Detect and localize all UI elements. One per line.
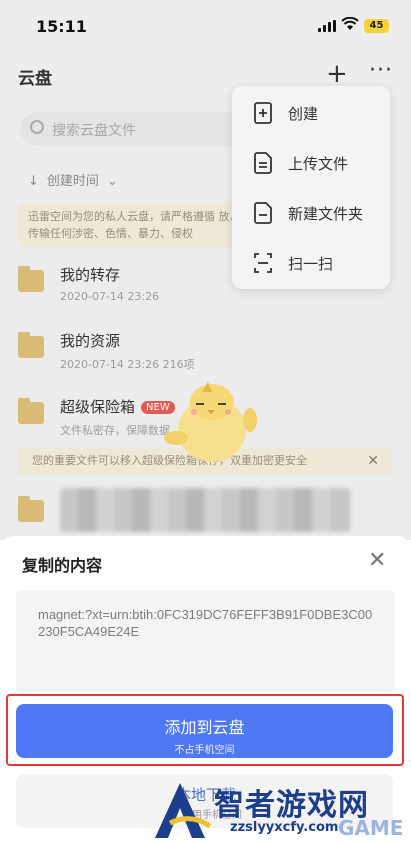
menu-item-create[interactable]: 创建 [232, 88, 390, 138]
new-folder-icon [254, 202, 272, 224]
file-name: 我的资源 [60, 332, 121, 350]
file-name-text: 超级保险箱 [60, 398, 136, 416]
menu-item-label: 扫一扫 [288, 255, 334, 273]
menu-item-label: 新建文件夹 [288, 205, 364, 223]
add-icon[interactable]: + [326, 61, 348, 87]
watermark: 智者游戏网 zzslyyxcfy.com GAME [140, 778, 411, 843]
menu-item-upload[interactable]: 上传文件 [232, 138, 390, 188]
file-meta: 文件私密存，保障数据 [60, 424, 170, 437]
file-meta: 2020-07-14 23:26 216项 [60, 358, 195, 371]
sort-control[interactable]: ↓ 创建时间 ⌄ [28, 170, 118, 189]
upload-file-icon [254, 152, 272, 174]
menu-item-label: 上传文件 [288, 155, 349, 173]
add-to-cloud-sublabel: 不占手机空间 [174, 745, 235, 756]
close-icon[interactable]: ✕ [368, 550, 386, 572]
menu-item-new-folder[interactable]: 新建文件夹 [232, 188, 390, 238]
folder-icon [18, 496, 44, 522]
mascot-image [164, 382, 257, 462]
list-item[interactable]: 我的资源 2020-07-14 23:26 216项 [0, 316, 411, 380]
folder-icon [18, 266, 44, 292]
wifi-icon [341, 17, 359, 30]
notice-banner: 迅雷空间为您的私人云盘，请严格遵循 放、传输任何涉密、色情、暴力、侵权 [18, 203, 258, 247]
battery-icon: 45 [364, 19, 389, 33]
create-icon [254, 102, 272, 124]
sort-arrow-icon: ↓ [28, 174, 39, 189]
file-name: 我的转存 [60, 266, 121, 284]
search-icon [30, 120, 44, 134]
status-time: 15:11 [36, 17, 87, 36]
more-icon[interactable]: ··· [369, 58, 393, 83]
search-placeholder: 搜索云盘文件 [52, 123, 136, 139]
copied-link-text: magnet:?xt=urn:btih:0FC319DC76FEFF3B91F0… [16, 590, 395, 692]
watermark-tag: GAME [338, 816, 404, 840]
menu-item-scan[interactable]: 扫一扫 [232, 238, 390, 288]
menu-item-label: 创建 [288, 105, 319, 123]
chevron-down-icon: ⌄ [106, 174, 118, 189]
sort-label: 创建时间 [46, 174, 99, 189]
status-bar: 15:11 45 [0, 0, 411, 50]
page-title: 云盘 [18, 69, 52, 89]
close-icon[interactable]: ✕ [367, 448, 379, 474]
watermark-url: zzslyyxcfy.com [230, 820, 339, 835]
add-to-cloud-button[interactable]: 添加到云盘 不占手机空间 [16, 704, 393, 758]
create-menu: 创建 上传文件 新建文件夹 扫一扫 [232, 86, 390, 289]
folder-icon [18, 332, 44, 358]
folder-icon [18, 398, 44, 424]
scan-icon [254, 253, 272, 273]
add-to-cloud-label: 添加到云盘 [164, 718, 245, 737]
sheet-title: 复制的内容 [22, 556, 103, 575]
file-name: 超级保险箱 NEW [60, 396, 175, 417]
file-meta: 2020-07-14 23:26 [60, 290, 160, 303]
watermark-logo-icon [155, 783, 212, 838]
signal-icon [318, 20, 336, 32]
blurred-content [60, 488, 350, 532]
